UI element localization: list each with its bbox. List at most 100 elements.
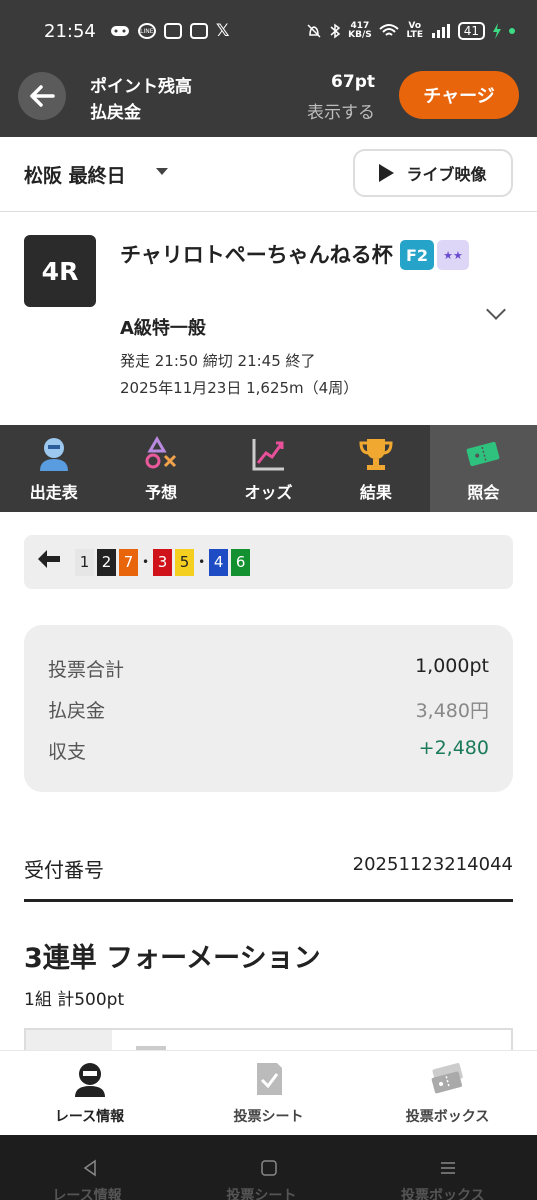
status-bar: 21:54 LINE 𝕏 417 KB/S Vo LTE 41	[0, 0, 537, 62]
bet-type-title: 3連単 フォーメーション	[24, 943, 321, 974]
balance-row: 収支 +2,480	[48, 737, 489, 767]
x-app-icon: 𝕏	[215, 21, 230, 41]
tab-entries[interactable]: 出走表	[0, 425, 107, 512]
tab-odds-label: オッズ	[244, 482, 293, 502]
nav-bet-sheet[interactable]: 投票シート	[179, 1051, 358, 1135]
nav-race-info[interactable]: レース情報	[0, 1051, 179, 1135]
live-video-button[interactable]: ライブ映像	[353, 149, 513, 197]
tab-odds[interactable]: オッズ	[215, 425, 322, 512]
receipt-number: 20251123214044	[352, 854, 513, 875]
menu-lines-icon[interactable]	[438, 1158, 458, 1178]
grade-badge: F2	[400, 240, 434, 270]
balance-value: +2,480	[418, 737, 489, 759]
tab-prediction-label: 予想	[145, 482, 178, 502]
ticket-icon	[466, 441, 500, 466]
rider-icon	[74, 1063, 105, 1097]
wifi-icon	[379, 24, 399, 36]
nav-bet-box[interactable]: 投票ボックス	[358, 1051, 537, 1135]
race-tab-bar: 出走表 予想 オッズ 結果 照会	[0, 425, 537, 512]
caret-down-icon[interactable]	[156, 168, 168, 175]
system-nav-bar: レース情報 投票シート 投票ボックス	[0, 1135, 537, 1200]
bet-summary-card: 投票合計 1,000pt 払戻金 3,480円 収支 +2,480	[24, 625, 513, 792]
signal-icon	[431, 24, 450, 38]
refund-value: 3,480円	[415, 700, 489, 722]
tab-results[interactable]: 結果	[322, 425, 429, 512]
tab-results-label: 結果	[359, 482, 392, 502]
bike-number-2: 2	[97, 548, 116, 576]
arrow-left-icon	[36, 549, 62, 575]
total-value: 1,000pt	[415, 655, 489, 677]
volte-label: Vo LTE	[406, 21, 423, 40]
separator-dot: •	[142, 555, 150, 569]
refund-label: 払戻金	[90, 103, 141, 123]
race-number-badge: 4R	[24, 235, 96, 307]
tab-inquiry-label: 照会	[467, 482, 500, 502]
receipt-label: 受付番号	[24, 858, 104, 882]
reflection-label: 投票シート	[226, 1188, 297, 1200]
clock: 21:54	[44, 20, 96, 42]
system-icons: 417 KB/S Vo LTE 41	[306, 22, 515, 40]
bike-number-1: 1	[75, 548, 94, 576]
charging-icon	[493, 23, 501, 39]
tab-entries-label: 出走表	[29, 482, 78, 502]
home-square-icon[interactable]	[259, 1158, 279, 1178]
news-icon	[189, 23, 208, 39]
total-label: 投票合計	[48, 659, 125, 681]
nav-bet-box-label: 投票ボックス	[405, 1109, 490, 1125]
app-header: ポイント残高 払戻金 67pt 表示する チャージ	[0, 62, 537, 137]
reflection-label: 投票ボックス	[401, 1188, 485, 1200]
sheet-icon	[256, 1063, 282, 1095]
reflection-label: レース情報	[52, 1188, 122, 1200]
nav-bet-sheet-label: 投票シート	[233, 1109, 304, 1125]
refund-row: 払戻金 3,480円	[48, 696, 489, 726]
total-row: 投票合計 1,000pt	[48, 655, 489, 685]
charge-button[interactable]: チャージ	[399, 71, 519, 119]
receipt-row: 受付番号 20251123214044	[24, 854, 513, 902]
line-app-icon: LINE	[137, 23, 156, 39]
play-icon	[379, 164, 395, 182]
tab-prediction[interactable]: 予想	[107, 425, 214, 512]
balance-label: ポイント残高	[90, 77, 192, 97]
live-video-label: ライブ映像	[406, 165, 487, 184]
bottom-nav: レース情報 投票シート 投票ボックス	[0, 1050, 537, 1135]
bet-subtitle: 1組 計500pt	[24, 990, 125, 1010]
nav-label-reflection: レース情報 投票シート 投票ボックス	[0, 1185, 537, 1200]
chevron-down-icon[interactable]	[486, 300, 506, 320]
privacy-dot-icon	[509, 28, 515, 34]
odds-chart-icon	[252, 438, 284, 470]
speed-unit: KB/S	[348, 30, 372, 40]
tab-inquiry[interactable]: 照会	[429, 425, 537, 512]
show-refund-link[interactable]: 表示する	[307, 98, 375, 123]
notification-icons: LINE 𝕏	[110, 21, 230, 41]
bike-number-4: 4	[209, 548, 229, 576]
venue-selector[interactable]: 松阪 最終日	[24, 161, 126, 188]
nav-race-info-label: レース情報	[54, 1109, 125, 1125]
race-title: チャリロトペーちゃんねる杯	[120, 243, 393, 267]
race-start-info: 発走 21:50 締切 21:45 終了	[120, 352, 316, 370]
rider-icon	[39, 437, 68, 471]
wifi-app-icon	[163, 23, 182, 39]
back-triangle-icon[interactable]	[80, 1158, 100, 1178]
tickets-icon	[431, 1063, 463, 1094]
refund-label: 払戻金	[48, 700, 106, 722]
trophy-icon	[359, 438, 393, 470]
separator-dot: •	[198, 555, 206, 569]
bet-combination: 1 2 7 • 3 5 • 4 6	[24, 535, 513, 589]
prediction-icon	[145, 435, 177, 468]
venue-bar: 松阪 最終日 ライブ映像	[0, 137, 537, 212]
game-icon	[110, 26, 129, 36]
race-date-info: 2025年11月23日 1,625m（4周）	[120, 379, 359, 397]
battery-level: 41	[457, 22, 485, 40]
network-speed: 417 KB/S	[348, 22, 372, 40]
balance-label: 収支	[48, 741, 87, 763]
back-button[interactable]	[18, 72, 66, 120]
stars-badge-icon: ★★	[437, 240, 469, 270]
bike-number-7: 7	[119, 548, 138, 576]
arrow-left-icon	[30, 85, 55, 107]
bike-number-6: 6	[231, 548, 251, 576]
race-class: A級特一般	[120, 318, 206, 339]
mute-icon	[307, 24, 321, 38]
bluetooth-icon	[330, 23, 341, 39]
balance-value: 67pt	[331, 72, 375, 92]
bike-number-3: 3	[153, 548, 173, 576]
